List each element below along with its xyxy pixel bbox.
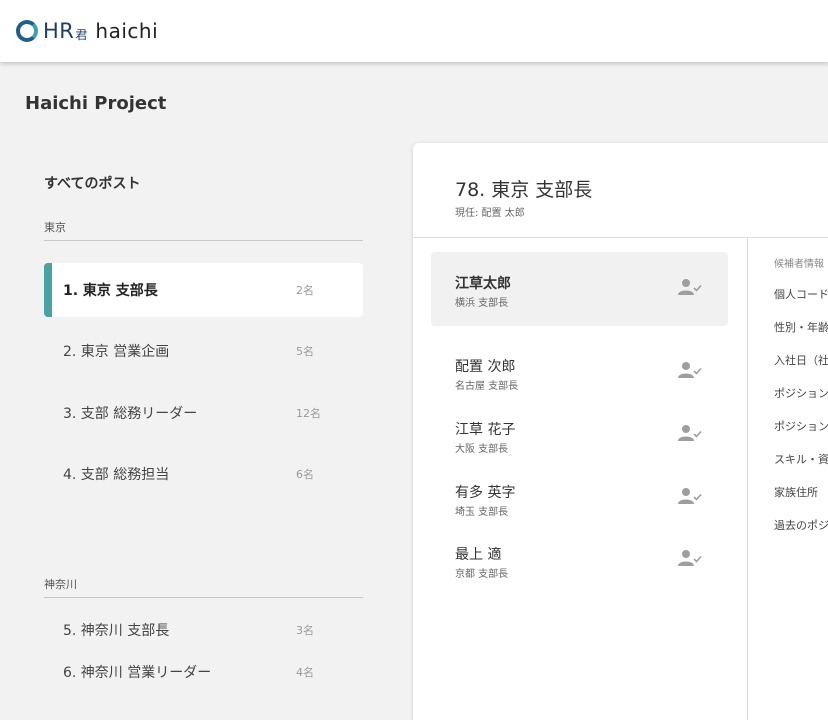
candidate-name: 最上 適 xyxy=(455,547,502,563)
post-name: 3. 支部 総務リーダー xyxy=(63,406,198,422)
info-row-4: ポジション xyxy=(774,387,828,400)
logo-ring-icon xyxy=(16,20,38,42)
post-count: 4名 xyxy=(296,666,314,679)
candidate-position: 名古屋 支部長 xyxy=(455,381,519,392)
candidate-name: 江草太郎 xyxy=(455,276,511,292)
post-count: 3名 xyxy=(296,624,314,637)
candidate-name: 有多 英字 xyxy=(455,485,516,501)
post-item-4[interactable]: 4. 支部 総務担当 6名 xyxy=(44,447,363,501)
app-header: HR 君 haichi xyxy=(0,0,828,62)
candidate-position: 埼玉 支部長 xyxy=(455,507,509,518)
info-row-7: 家族住所 xyxy=(774,486,818,499)
post-name: 1. 東京 支部長 xyxy=(63,283,158,299)
app-root: HR 君 haichi Haichi Project すべてのポスト 東京 1.… xyxy=(0,0,828,720)
candidate-item-1[interactable]: 江草太郎 横浜 支部長 xyxy=(431,252,728,326)
detail-title: 78. 東京 支部長 xyxy=(455,179,593,201)
logo-kun-text: 君 xyxy=(75,28,88,42)
info-row-8: 過去のポジ xyxy=(774,519,828,532)
post-name: 5. 神奈川 支部長 xyxy=(63,623,170,639)
info-row-3: 入社日（社 xyxy=(774,354,828,367)
post-item-1[interactable]: 1. 東京 支部長 2名 xyxy=(44,263,363,317)
post-count: 12名 xyxy=(296,407,321,420)
candidate-position: 京都 支部長 xyxy=(455,569,509,580)
post-name: 6. 神奈川 営業リーダー xyxy=(63,665,212,681)
candidate-name: 配置 次郎 xyxy=(455,359,516,375)
candidate-info-heading: 候補者情報 xyxy=(774,259,824,270)
post-item-6[interactable]: 6. 神奈川 営業リーダー 4名 xyxy=(44,645,363,699)
post-name: 4. 支部 総務担当 xyxy=(63,467,170,483)
posts-heading: すべてのポスト xyxy=(44,176,141,192)
detail-divider xyxy=(413,237,828,238)
candidate-position: 横浜 支部長 xyxy=(455,298,509,309)
post-item-3[interactable]: 3. 支部 総務リーダー 12名 xyxy=(44,386,363,440)
post-name: 2. 東京 営業企画 xyxy=(63,344,170,360)
info-row-2: 性別・年齢 xyxy=(774,321,828,334)
logo-hr-text: HR xyxy=(43,19,75,43)
post-count: 2名 xyxy=(296,284,314,297)
candidate-position: 大阪 支部長 xyxy=(455,444,509,455)
post-detail-card: 78. 東京 支部長 現任: 配置 太郎 江草太郎 横浜 支部長 配置 次郎 名… xyxy=(413,143,828,720)
group-label-tokyo: 東京 xyxy=(44,219,363,241)
candidate-name: 江草 花子 xyxy=(455,422,516,438)
post-item-2[interactable]: 2. 東京 営業企画 5名 xyxy=(44,324,363,378)
candidate-item-5[interactable]: 最上 適 京都 支部長 xyxy=(431,523,728,597)
column-divider xyxy=(747,238,748,720)
user-check-icon[interactable] xyxy=(678,424,702,442)
app-logo[interactable]: HR 君 haichi xyxy=(16,19,158,43)
group-label-kanagawa: 神奈川 xyxy=(44,576,363,598)
user-check-icon[interactable] xyxy=(678,361,702,379)
user-check-icon[interactable] xyxy=(678,487,702,505)
detail-current-holder: 現任: 配置 太郎 xyxy=(455,208,525,219)
info-row-1: 個人コード xyxy=(774,288,828,301)
project-title: Haichi Project xyxy=(25,93,167,114)
logo-app-name: haichi xyxy=(95,19,159,43)
user-check-icon[interactable] xyxy=(678,549,702,567)
post-count: 5名 xyxy=(296,345,314,358)
user-check-icon[interactable] xyxy=(678,278,702,296)
info-row-6: スキル・資 xyxy=(774,453,828,466)
post-count: 6名 xyxy=(296,468,314,481)
info-row-5: ポジション xyxy=(774,420,828,433)
